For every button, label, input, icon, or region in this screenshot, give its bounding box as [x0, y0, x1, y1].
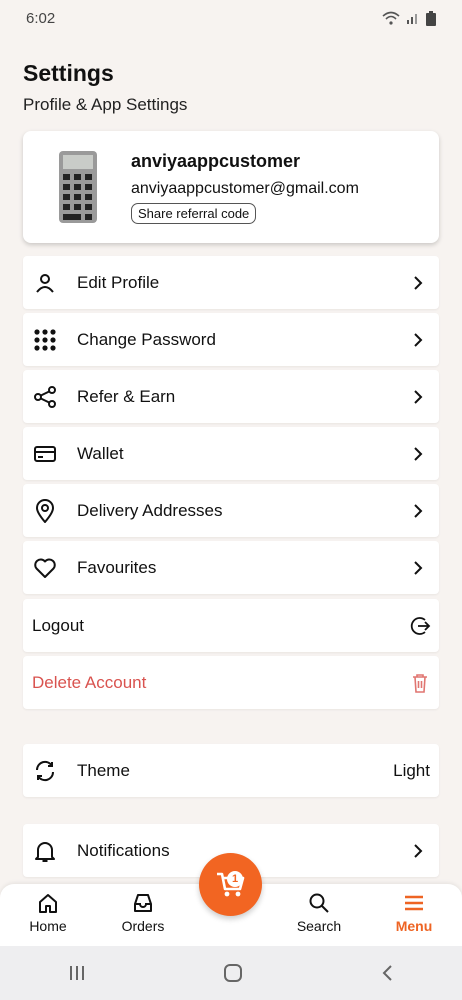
theme-row[interactable]: Theme Light	[23, 744, 439, 797]
menu-item-favourites[interactable]: Favourites	[23, 541, 439, 594]
battery-icon	[426, 10, 436, 26]
chevron-right-icon	[414, 332, 423, 347]
menu-item-label: Delivery Addresses	[77, 500, 223, 520]
menu-item-label: Change Password	[77, 329, 216, 349]
menu-item-edit-profile[interactable]: Edit Profile	[23, 256, 439, 309]
keypad-icon	[33, 328, 57, 352]
nav-home[interactable]: Home	[8, 892, 88, 934]
chevron-right-icon	[414, 843, 423, 858]
nav-menu-label: Menu	[395, 918, 433, 934]
profile-email: anviyaappcustomer@gmail.com	[131, 179, 359, 197]
chevron-right-icon	[414, 389, 423, 404]
theme-label: Theme	[77, 760, 130, 780]
status-time: 6:02	[26, 9, 56, 27]
cart-count-badge: 1	[227, 871, 243, 887]
nav-search-label: Search	[296, 918, 342, 934]
profile-name: anviyaappcustomer	[131, 150, 301, 171]
system-nav-bar	[0, 946, 462, 1000]
chevron-right-icon	[414, 446, 423, 461]
nav-home-label: Home	[29, 918, 67, 934]
location-pin-icon	[33, 498, 57, 523]
status-bar: 6:02	[0, 0, 462, 36]
menu-item-wallet[interactable]: Wallet	[23, 427, 439, 480]
chevron-right-icon	[414, 560, 423, 575]
inbox-icon	[134, 894, 152, 912]
search-icon	[309, 893, 329, 913]
user-icon	[33, 271, 57, 295]
share-icon	[33, 385, 57, 409]
nav-search[interactable]: Search	[279, 892, 359, 934]
menu-item-delivery-addresses[interactable]: Delivery Addresses	[23, 484, 439, 537]
nav-menu[interactable]: Menu	[374, 892, 454, 934]
bell-icon	[33, 839, 57, 863]
home-system-icon[interactable]	[223, 963, 243, 983]
trash-icon	[413, 673, 427, 693]
chevron-right-icon	[414, 275, 423, 290]
status-icons	[382, 10, 436, 26]
profile-card: anviyaappcustomer anviyaappcustomer@gmai…	[23, 131, 439, 243]
signal-icon	[407, 14, 417, 24]
delete-account-row[interactable]: Delete Account	[23, 656, 439, 709]
menu-item-label: Refer & Earn	[77, 386, 176, 406]
card-icon	[33, 442, 57, 466]
logout-label: Logout	[32, 615, 84, 635]
back-icon[interactable]	[380, 964, 394, 982]
menu-icon	[405, 895, 423, 911]
wifi-icon	[382, 11, 400, 25]
menu-item-refer-earn[interactable]: Refer & Earn	[23, 370, 439, 423]
theme-value: Light	[393, 760, 430, 780]
share-referral-button[interactable]: Share referral code	[131, 202, 257, 224]
logout-icon	[410, 616, 431, 635]
nav-orders-label: Orders	[121, 918, 165, 934]
menu-item-label: Wallet	[77, 443, 124, 463]
profile-info: anviyaappcustomer anviyaappcustomer@gmai…	[131, 151, 359, 224]
menu-item-label: Edit Profile	[77, 272, 160, 292]
delete-account-label: Delete Account	[32, 672, 147, 692]
recent-apps-icon[interactable]	[68, 965, 86, 981]
nav-orders[interactable]: Orders	[103, 892, 183, 934]
page-title: Settings	[23, 60, 114, 86]
refresh-icon	[33, 759, 57, 783]
home-icon	[39, 894, 57, 913]
chevron-right-icon	[414, 503, 423, 518]
avatar	[59, 151, 97, 223]
logout-row[interactable]: Logout	[23, 599, 439, 652]
heart-icon	[33, 556, 57, 580]
menu-item-label: Favourites	[77, 557, 157, 577]
page-header: Settings Profile & App Settings	[23, 60, 187, 115]
menu-item-change-password[interactable]: Change Password	[23, 313, 439, 366]
page-subtitle: Profile & App Settings	[23, 95, 188, 114]
